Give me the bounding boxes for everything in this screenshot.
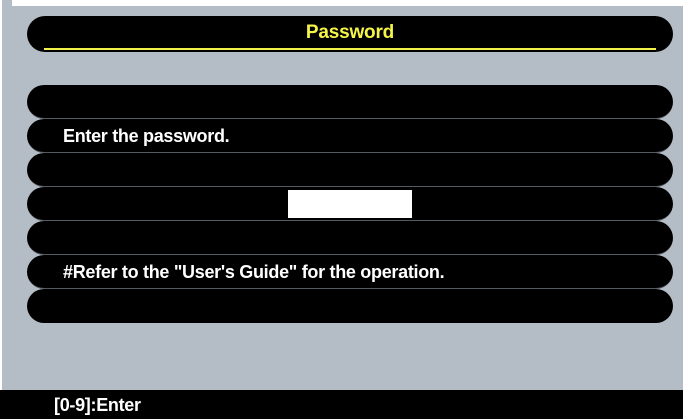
title-underline (44, 48, 656, 50)
message-row-1 (27, 85, 673, 119)
top-frame (0, 0, 683, 6)
password-screen: Password Enter the password. #Refer to t… (0, 0, 683, 419)
left-frame (0, 0, 12, 390)
guide-note-text: #Refer to the "User's Guide" for the ope… (63, 262, 445, 282)
password-input[interactable] (288, 190, 412, 218)
message-row-6: #Refer to the "User's Guide" for the ope… (27, 255, 673, 289)
message-row-3 (27, 153, 673, 187)
status-bar: [0-9]:Enter (0, 390, 683, 419)
message-row-7 (27, 289, 673, 323)
message-row-5 (27, 221, 673, 255)
prompt-text: Enter the password. (63, 126, 230, 146)
title-bar: Password (27, 16, 673, 52)
key-hint: [0-9]:Enter (54, 395, 141, 415)
message-row-2: Enter the password. (27, 119, 673, 153)
dialog-title: Password (305, 22, 395, 43)
